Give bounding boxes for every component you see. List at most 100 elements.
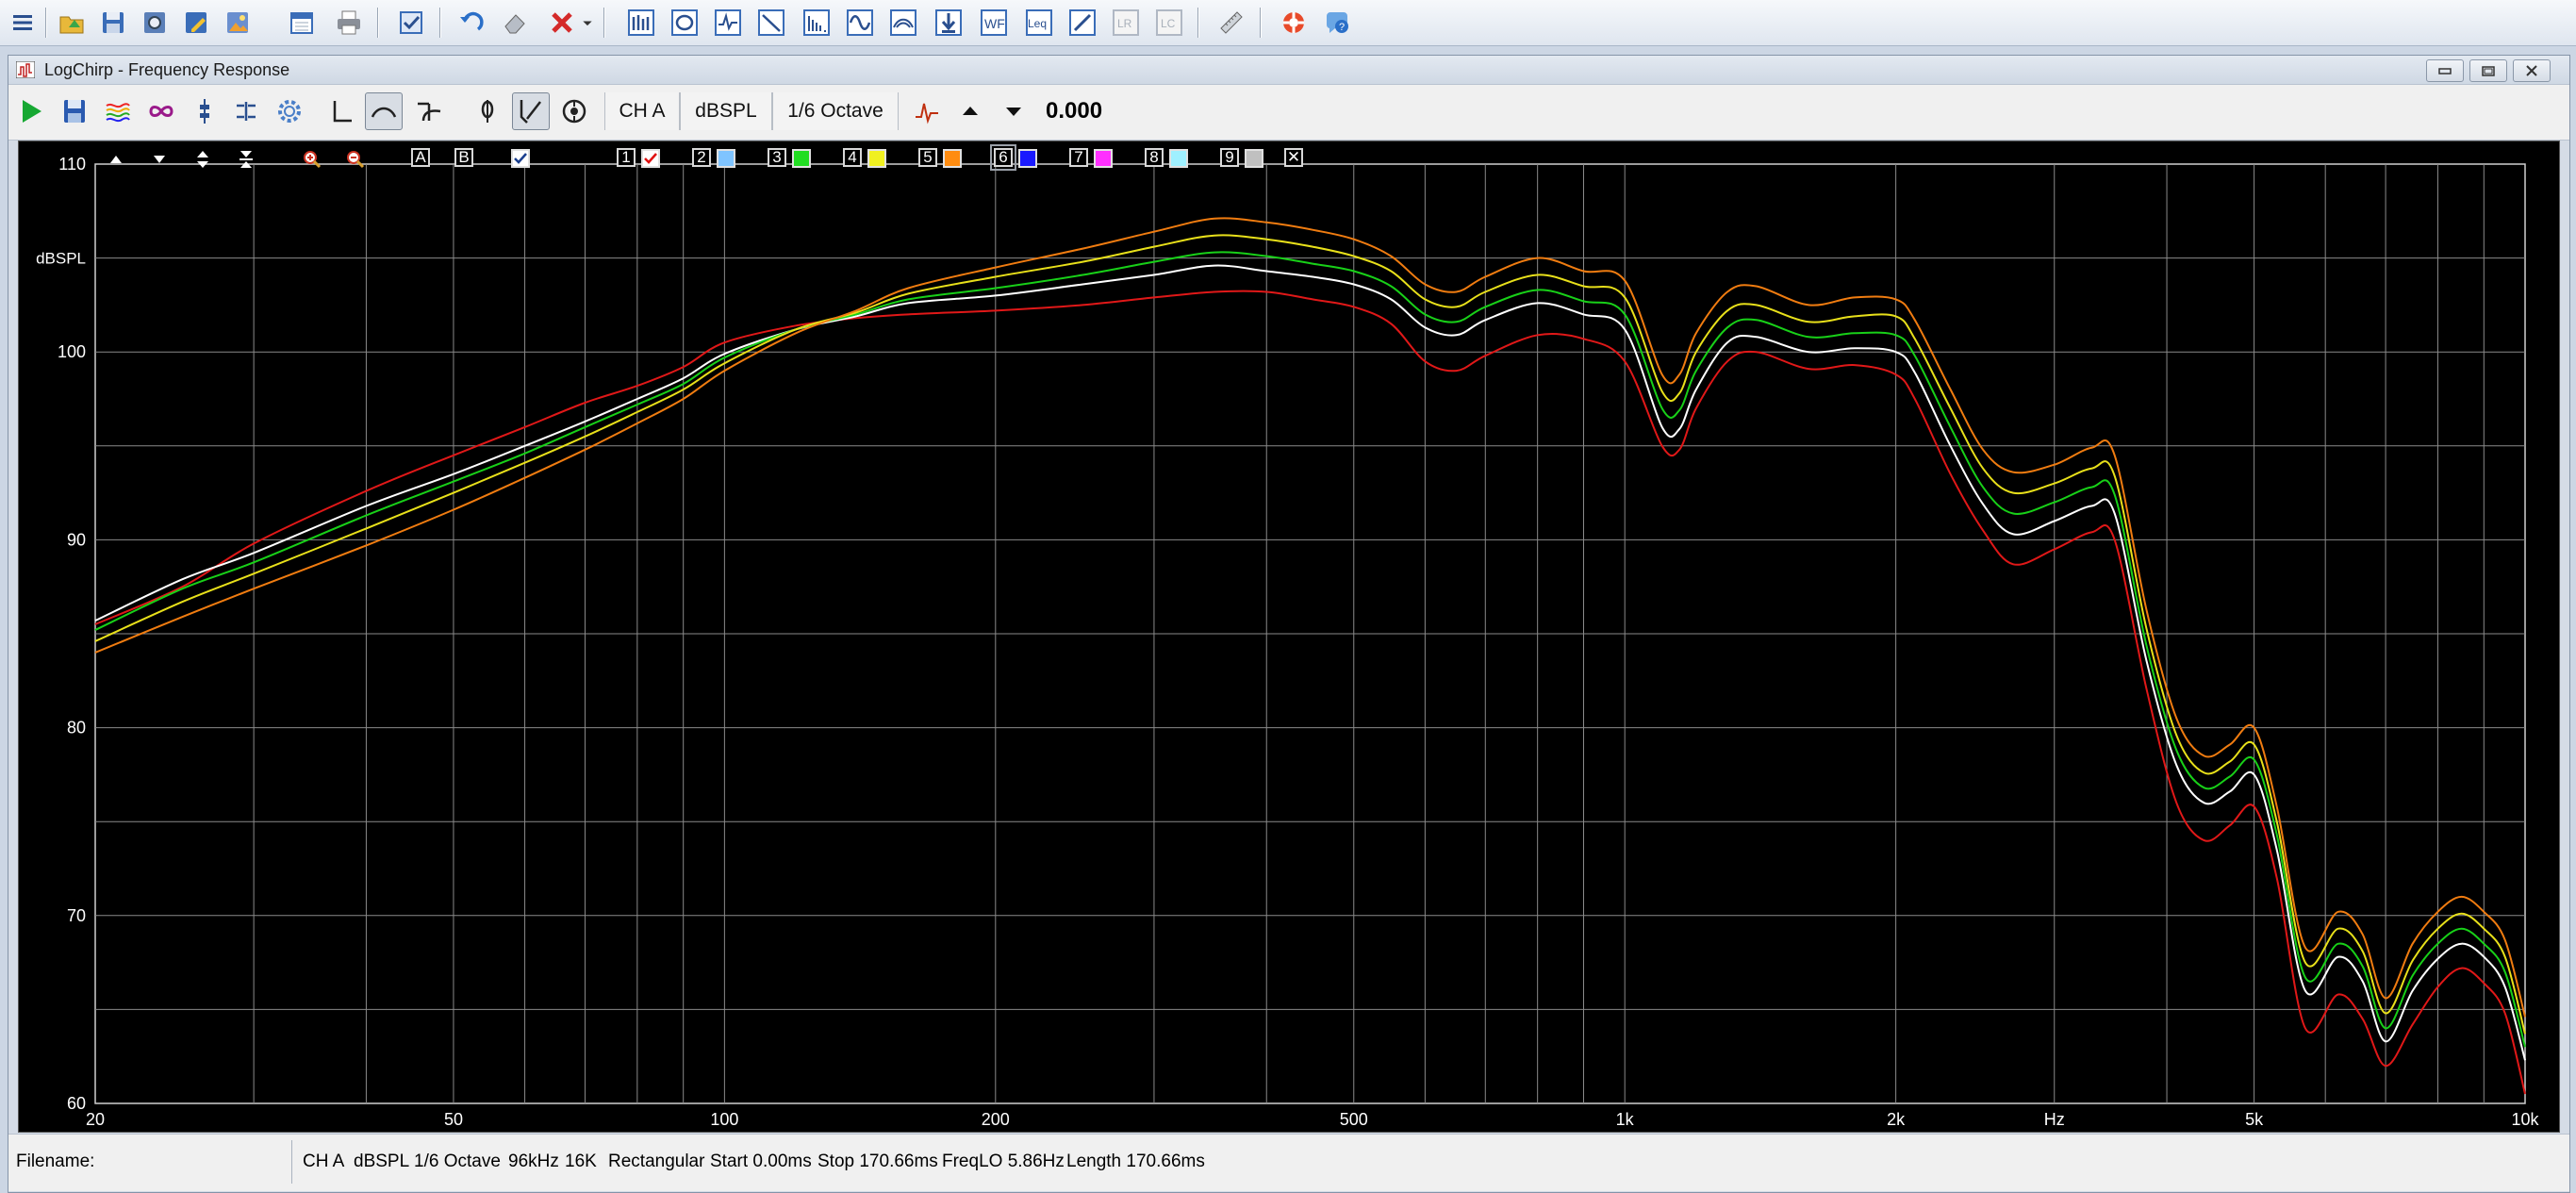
arrow-down-icon[interactable] [147,147,172,172]
memory-4-button[interactable]: 4 [843,148,862,167]
phase-icon[interactable] [410,92,448,130]
show-all-checkbox[interactable] [511,149,530,168]
time-signal-icon[interactable] [624,6,658,40]
help-lifebuoy-icon[interactable] [1277,6,1311,40]
memory-3-color-toggle[interactable] [792,149,811,168]
expand-vertical-icon[interactable] [190,147,215,172]
sine-icon[interactable] [843,6,877,40]
chat-help-icon[interactable]: ? [1320,6,1354,40]
memory-4-color-toggle[interactable] [867,149,886,168]
analysis-toolbar: CH A dBSPL 1/6 Octave 0.000 [8,84,2569,141]
restore-button[interactable] [2469,59,2507,82]
cursor-a-button[interactable]: A [411,148,430,167]
memory-8-color-toggle[interactable] [1169,149,1188,168]
status-bar: Filename: CH A dBSPL 1/6 Octave 96kHz 16… [8,1134,2569,1191]
compress-vertical-icon[interactable] [234,147,258,172]
x-tick-label: Hz [2044,1110,2065,1129]
polar-icon[interactable] [886,6,920,40]
circle-icon[interactable] [668,6,702,40]
memory-1-button[interactable]: 1 [617,148,636,167]
x-tick-label: 200 [982,1110,1010,1129]
status-units: dBSPL [354,1152,410,1171]
units-selector[interactable]: dBSPL [680,92,772,130]
zoom-out-icon[interactable] [343,147,368,172]
memory-8-button[interactable]: 8 [1145,148,1164,167]
y-axis-label: dBSPL [36,250,86,268]
print-icon[interactable] [332,6,366,40]
memory-3-button[interactable]: 3 [768,148,786,167]
plot-canvas: 60708090100110dBSPL20 50 100 200 500 1k 2k Hz 5k… [36,155,2539,1129]
x-tick-label: 2k [1887,1110,1906,1129]
clear-memories-button[interactable]: ✕ [1284,148,1303,167]
leq-icon[interactable]: Leq [1022,6,1056,40]
smoothing-selector[interactable]: 1/6 Octave [772,92,899,130]
svg-text:?: ? [1339,22,1345,33]
target-speaker-icon[interactable] [555,92,593,130]
memory-2-button[interactable]: 2 [692,148,711,167]
arrow-up-icon[interactable] [104,147,128,172]
checklist-icon[interactable] [394,6,428,40]
memory-5-color-toggle[interactable] [943,149,962,168]
settings-save-icon[interactable] [138,6,172,40]
app-toolbar: WF Leq LR LC ? [0,0,2576,46]
status-freq-lo: FreqLO 5.86Hz [942,1152,1065,1171]
close-window-button[interactable] [2513,59,2551,82]
save-icon[interactable] [96,6,130,40]
line-icon[interactable] [1065,6,1099,40]
status-sample-rate: 96kHz [508,1152,559,1171]
probe-icon[interactable] [932,6,966,40]
svg-text:LC: LC [1161,17,1176,30]
memory-1-color-toggle[interactable] [641,149,660,168]
offset-down-icon[interactable] [995,92,1032,130]
impulse-icon[interactable] [711,6,745,40]
memory-7-button[interactable]: 7 [1069,148,1088,167]
y-tick-label: 80 [67,719,86,737]
microphone-icon[interactable] [469,92,506,130]
memory-2-color-toggle[interactable] [717,149,735,168]
run-icon[interactable] [12,92,50,130]
channel-selector[interactable]: CH A [604,92,680,130]
slope-icon[interactable] [754,6,788,40]
axis-icon[interactable] [323,92,361,130]
calendar-icon[interactable] [285,6,319,40]
minimize-button[interactable] [2426,59,2464,82]
menu-icon[interactable] [6,6,40,40]
settings-gear-icon[interactable] [271,92,308,130]
delete-icon[interactable] [545,6,579,40]
zoom-in-icon[interactable] [300,147,324,172]
marker-icon[interactable] [186,92,223,130]
save-as-icon[interactable] [179,6,213,40]
smooth-curve-icon[interactable] [365,92,403,130]
response-trace-2 [94,264,2526,1061]
memory-7-color-toggle[interactable] [1094,149,1113,168]
minimize-icon [2438,68,2452,75]
waterfall-icon[interactable]: WF [977,6,1011,40]
open-folder-icon[interactable] [55,6,89,40]
memory-6-button[interactable]: 6 [990,144,1016,171]
lr-icon: LR [1109,6,1143,40]
lc-icon: LC [1152,6,1186,40]
correction-curve-icon[interactable] [512,92,550,130]
memory-6-color-toggle[interactable] [1018,149,1037,168]
infinity-average-icon[interactable] [142,92,180,130]
dropdown-arrow-icon[interactable] [579,6,596,40]
undo-icon[interactable] [454,6,488,40]
status-length: Length 170.66ms [1066,1152,1205,1171]
ruler-icon[interactable] [1214,6,1248,40]
offset-up-icon[interactable] [951,92,989,130]
save-measurement-icon[interactable] [56,92,93,130]
x-tick-label: 100 [710,1110,738,1129]
split-icon[interactable] [227,92,265,130]
frequency-response-plot[interactable]: 60 70 80 90 100 110 dBSPL 20 50 100 200 500 1k 2k Hz 5k… [18,141,2560,1133]
memory-5-button[interactable]: 5 [918,148,937,167]
image-icon[interactable] [221,6,255,40]
overlay-traces-icon[interactable] [99,92,137,130]
memory-9-button[interactable]: 9 [1220,148,1239,167]
svg-text:Leq: Leq [1028,17,1047,30]
spectrum-icon[interactable] [800,6,834,40]
eraser-icon[interactable] [498,6,532,40]
memory-9-color-toggle[interactable] [1245,149,1263,168]
y-tick-label: 90 [67,530,86,549]
cursor-b-button[interactable]: B [454,148,473,167]
peak-icon[interactable] [908,92,946,130]
